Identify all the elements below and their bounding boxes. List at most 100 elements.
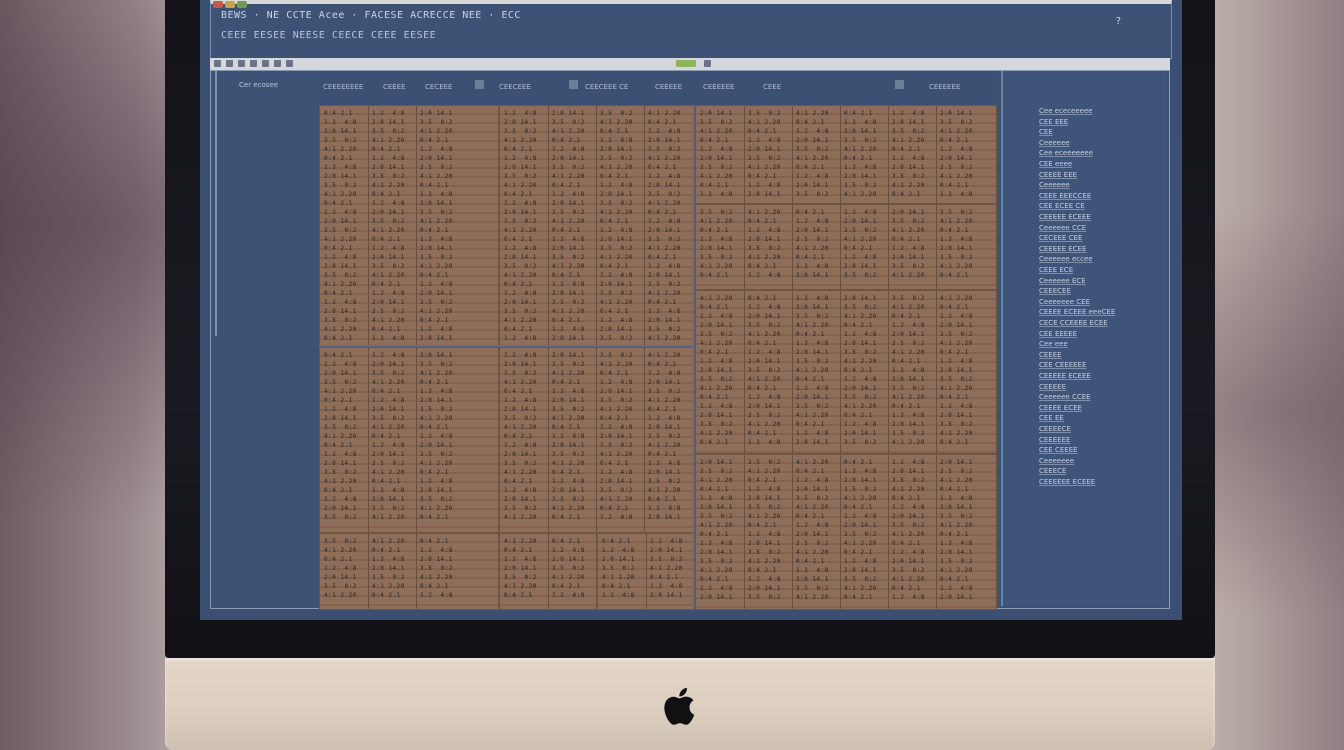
grid-cell: 2:0 14.1 [892, 164, 925, 171]
detail-note: CEEE EEECCEE [1039, 191, 1092, 200]
minimize-button[interactable] [225, 1, 235, 8]
grid-cell: 2:0 14.1 [504, 119, 537, 126]
column-header[interactable]: CEECEEE CE [585, 83, 651, 91]
grid-cell: 3.5 0:2 [700, 254, 733, 261]
window-title: BEWS · NE CCTE Acee · FACESE ACRECCE NEE… [221, 10, 521, 21]
toolbar-tool-icon[interactable] [704, 60, 711, 67]
detail-note: CEE CEEEE [1039, 446, 1078, 455]
grid-cell: 4:1 2.20 [892, 576, 925, 583]
grid-cell: 3.5 0:2 [892, 430, 925, 437]
data-block[interactable]: 2:0 14.1 3.5 0:2 4:1 2.20 0:4 2.1 1.2 4:8 2:… [695, 105, 997, 204]
data-block[interactable]: 3.5 0:2 4:1 2.20 0:4 2.1 1.2 4:8 2:0 14.1 3.… [695, 204, 997, 290]
data-block[interactable]: 1.2 4:8 2:0 14.1 3.5 0:2 4:1 2.20 0:4 2.1 1.… [499, 347, 695, 533]
grid-cell: 0:4 2.1 [700, 486, 733, 493]
grid-cell: 3.5 0:2 [892, 340, 925, 347]
column-header[interactable]: CEEEE [383, 83, 423, 91]
grid-cell: 0:4 2.1 [420, 272, 453, 279]
column-header-bar: CEEEEEEEE CEEEE CECEEE CEECEEE CEECEEE C… [319, 71, 995, 106]
grid-cell: 2:0 14.1 [844, 295, 877, 302]
window-corner-mark: ? [1115, 16, 1121, 27]
grid-cell: 4:1 2.20 [324, 433, 357, 440]
grid-cell: 1.2 4:8 [420, 281, 453, 288]
grid-column-divider [548, 534, 549, 609]
grid-cell: 2:0 14.1 [420, 352, 453, 359]
grid-cell: 0:4 2.1 [648, 254, 681, 261]
detail-note: CEEEEE ECEEE [1039, 213, 1091, 221]
grid-cell: 0:4 2.1 [748, 173, 781, 180]
detail-note: CEE CEEEEEE [1039, 361, 1087, 370]
grid-cell: 4:1 2.20 [700, 385, 733, 392]
grid-cell: 4:1 2.20 [372, 227, 405, 234]
grid-cell: 1.2 4:8 [844, 119, 877, 126]
column-header[interactable]: CEEEEEE [929, 83, 989, 91]
toolbar-back-icon[interactable] [214, 60, 221, 67]
grid-cell: 3.5 0:2 [748, 110, 781, 117]
toolbar-refresh-icon[interactable] [238, 60, 245, 67]
grid-column-divider [792, 455, 793, 609]
grid-cell: 0:4 2.1 [324, 200, 357, 207]
monitor-chin [165, 658, 1215, 750]
grid-cell: 1.2 4:8 [892, 110, 925, 117]
grid-cell: 0:4 2.1 [940, 304, 973, 311]
toolbar-tool-icon[interactable] [286, 60, 293, 67]
data-block[interactable]: 0:4 2.1 1.2 4:8 2:0 14.1 3.5 0:2 4:1 2.20 0:… [319, 347, 499, 533]
grid-cell: 4:1 2.20 [372, 424, 405, 431]
grid-cell: 2:0 14.1 [940, 549, 973, 556]
toolbar-tool-icon[interactable] [262, 60, 269, 67]
grid-cell: 1.2 4:8 [748, 272, 781, 279]
grid-cell: 1.2 4:8 [940, 236, 973, 243]
grid-cell: 0:4 2.1 [700, 182, 733, 189]
grid-cell: 4:1 2.20 [600, 299, 633, 306]
column-header[interactable]: CEECEEE [499, 83, 559, 91]
column-header[interactable]: CEEEEE [655, 83, 699, 91]
data-block[interactable]: 1.2 4:8 2:0 14.1 3.5 0:2 4:1 2.20 0:4 2.1 1.… [499, 105, 695, 347]
screen: BEWS · NE CCTE Acee · FACESE ACRECCE NEE… [200, 0, 1182, 620]
column-filter-icon[interactable] [895, 80, 904, 89]
grid-cell: 1.2 4:8 [796, 567, 829, 574]
grid-cell: 2:0 14.1 [552, 200, 585, 207]
zoom-button[interactable] [237, 1, 247, 8]
apple-logo-icon [664, 687, 695, 725]
grid-cell: 3.5 0:2 [420, 209, 453, 216]
column-header[interactable]: CEEEEEE [703, 83, 757, 91]
data-block[interactable]: 0:4 2.1 1.2 4:8 2:0 14.1 3.5 0:2 4:1 2.20 0:… [597, 533, 695, 610]
grid-cell: 0:4 2.1 [700, 137, 733, 144]
grid-cell: 4:1 2.20 [600, 406, 633, 413]
grid-cell: 1.2 4:8 [650, 538, 683, 545]
grid-cell: 1.2 4:8 [940, 585, 973, 592]
column-header[interactable]: CECEEE [425, 83, 469, 91]
toolbar-forward-icon[interactable] [226, 60, 233, 67]
data-block[interactable]: 0:4 2.1 1.2 4:8 2:0 14.1 3.5 0:2 4:1 2.20 0:… [319, 105, 499, 347]
grid-cell: 4:1 2.20 [648, 155, 681, 162]
grid-cell: 2:0 14.1 [552, 487, 585, 494]
grid-cell: 2:0 14.1 [940, 459, 973, 466]
grid-cell: 1.2 4:8 [420, 433, 453, 440]
grid-cell: 2:0 14.1 [748, 146, 781, 153]
grid-cell: 0:4 2.1 [504, 326, 537, 333]
grid-cell: 1.2 4:8 [796, 128, 829, 135]
grid-cell: 0:4 2.1 [700, 439, 733, 446]
data-block[interactable]: 2:0 14.1 3.5 0:2 4:1 2.20 0:4 2.1 1.2 4:8 2:… [695, 454, 997, 610]
data-block[interactable]: 4:1 2.20 0:4 2.1 1.2 4:8 2:0 14.1 3.5 0:2 4:… [499, 533, 597, 610]
close-button[interactable] [213, 1, 223, 8]
app-panel: Cer ecosee CEEEEEEEE CEEEE CECEEE CEECEE… [210, 70, 1170, 610]
column-filter-icon[interactable] [475, 80, 484, 89]
grid-cell: 0:4 2.1 [600, 263, 633, 270]
grid-cell: 2:0 14.1 [700, 594, 733, 601]
grid-cell: 4:1 2.20 [420, 128, 453, 135]
toolbar-home-icon[interactable] [250, 60, 257, 67]
column-header[interactable]: CEEEEEEEE [323, 83, 379, 91]
detail-note: Cee eceeeeeee [1039, 149, 1094, 158]
grid-cell: 2:0 14.1 [892, 254, 925, 261]
column-header[interactable]: CEEE [763, 83, 793, 91]
grid-cell: 3.5 0:2 [324, 227, 357, 234]
data-block[interactable]: 3.5 0:2 4:1 2.20 0:4 2.1 1.2 4:8 2:0 14.1 3.… [319, 533, 499, 610]
toolbar-tool-icon[interactable] [274, 60, 281, 67]
column-filter-icon[interactable] [569, 80, 578, 89]
grid-cell: 3.5 0:2 [504, 128, 537, 135]
grid-cell: 2:0 14.1 [648, 379, 681, 386]
grid-cell: 4:1 2.20 [372, 317, 405, 324]
data-block[interactable]: 4:1 2.20 0:4 2.1 1.2 4:8 2:0 14.1 3.5 0:2 4:… [695, 290, 997, 454]
sidebar-title[interactable]: Cer ecosee [239, 81, 278, 89]
grid-cell: 2:0 14.1 [552, 290, 585, 297]
